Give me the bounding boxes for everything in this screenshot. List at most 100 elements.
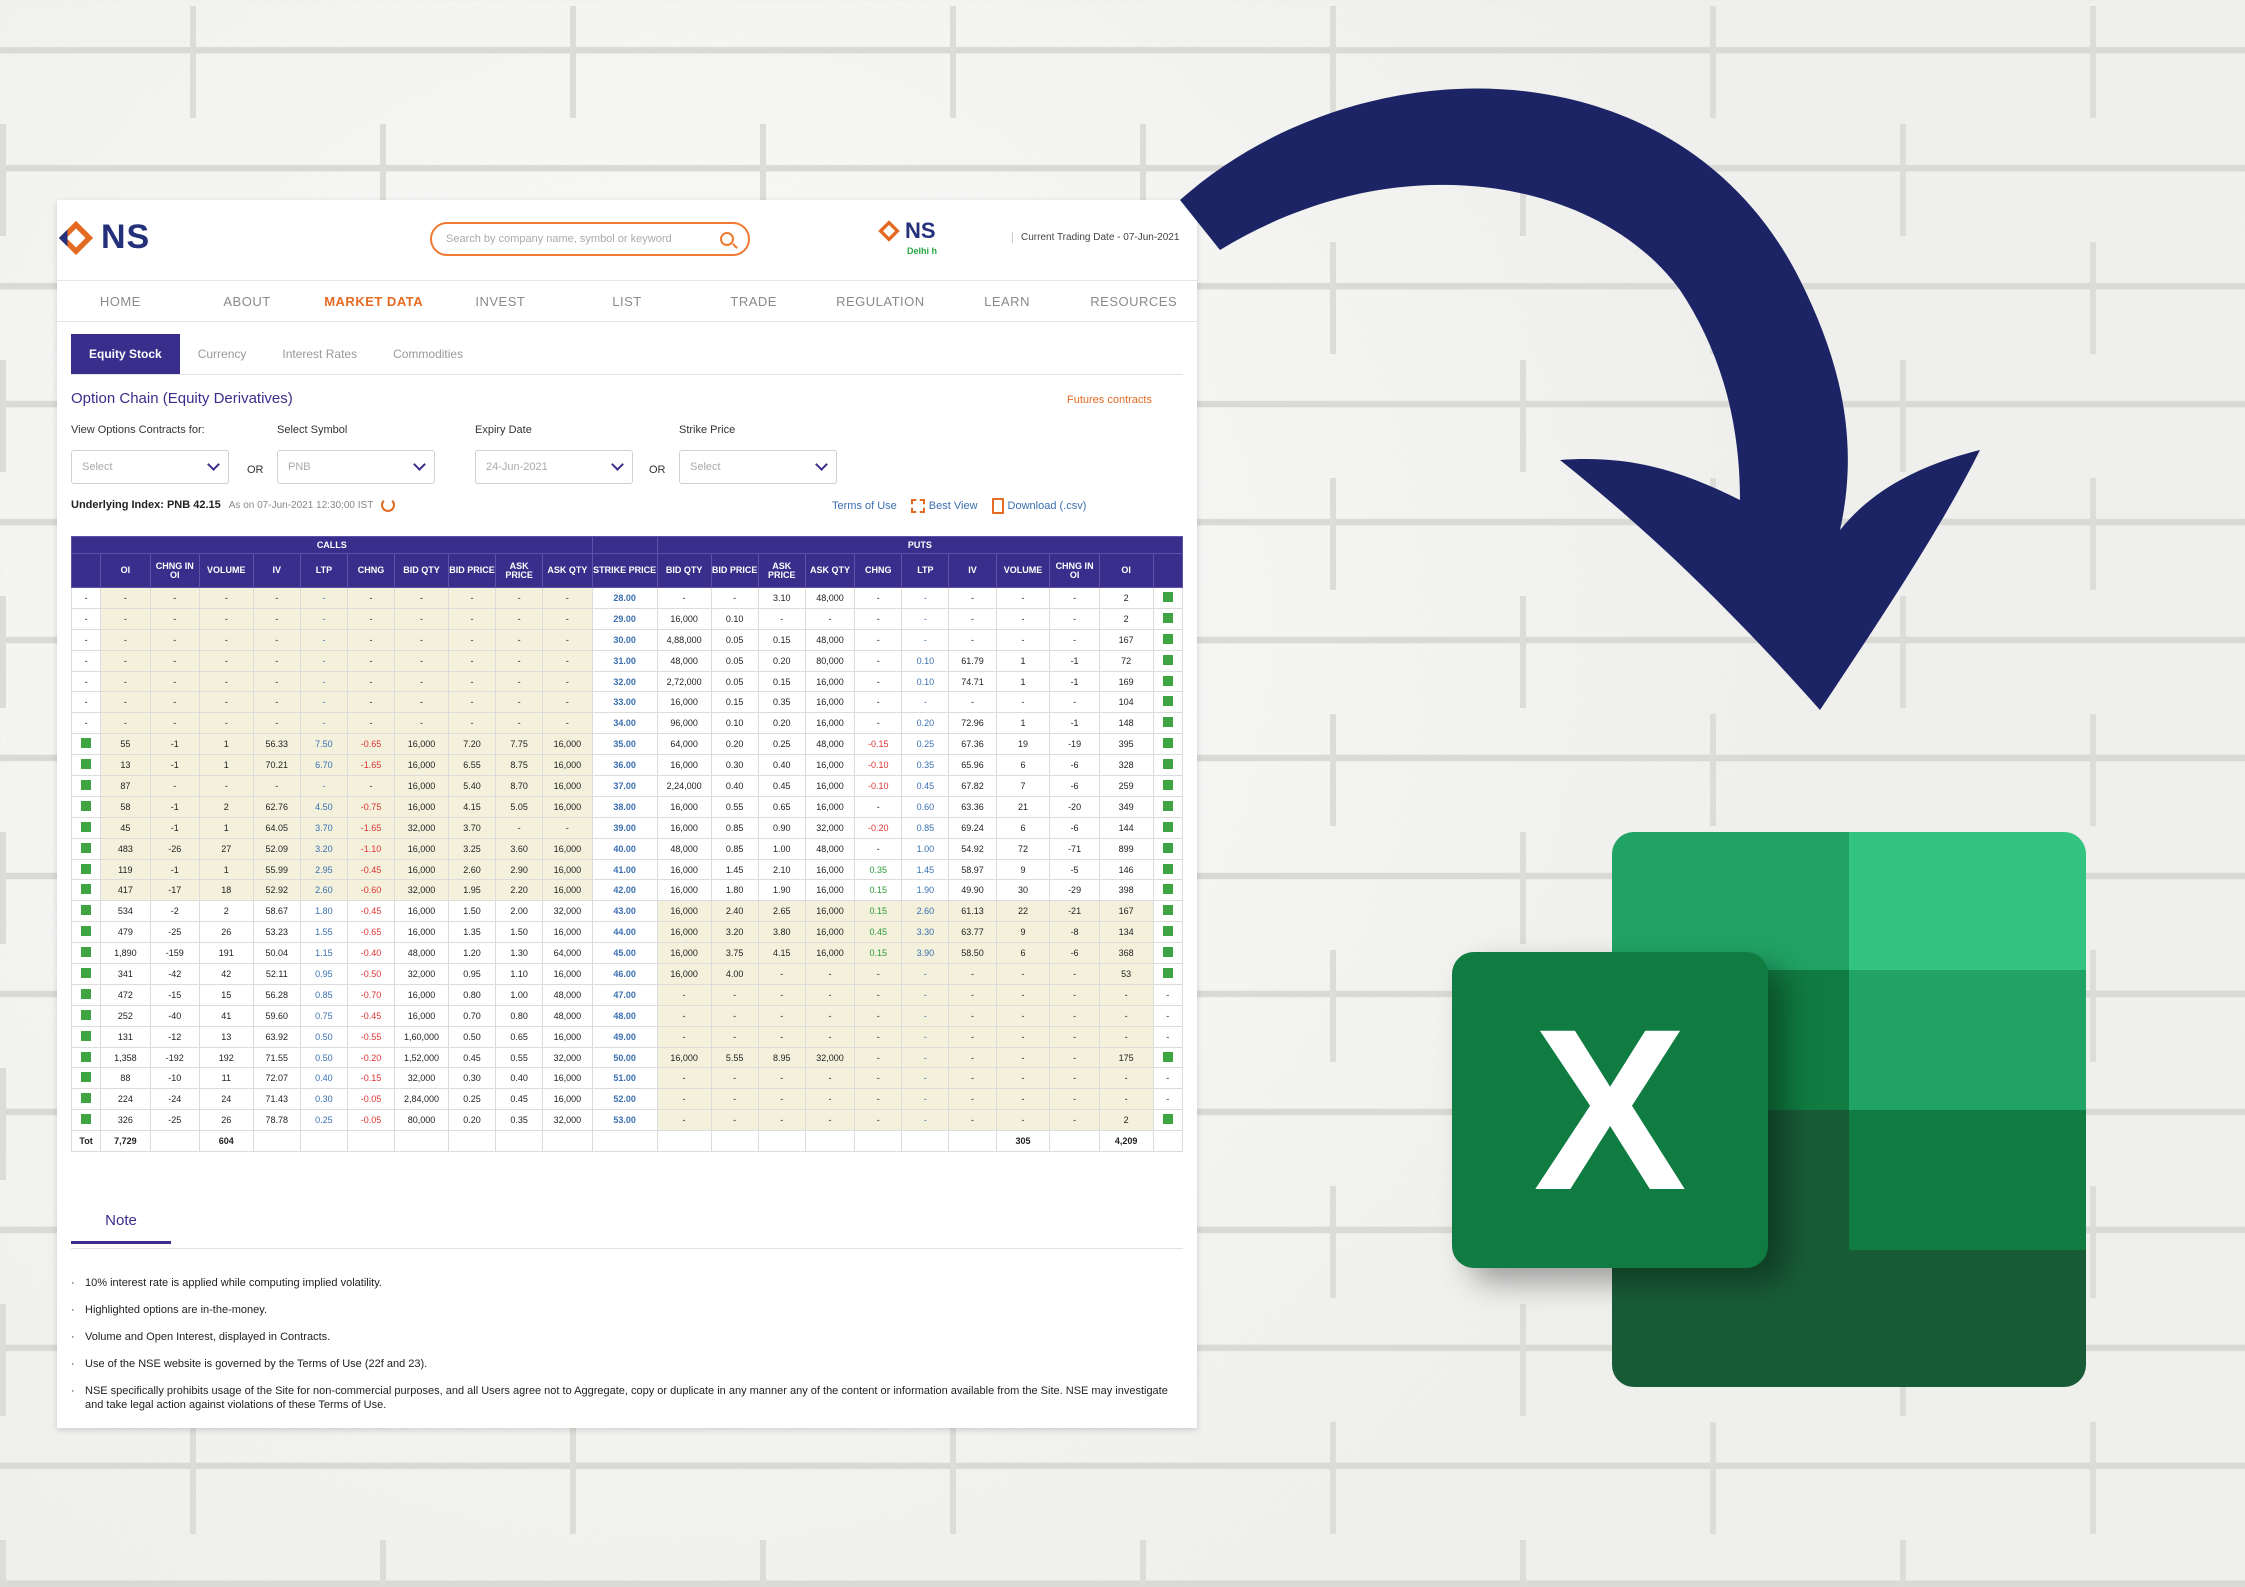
nav-item-regulation[interactable]: REGULATION [817,294,944,309]
table-toolbar: Terms of Use Best View Download (.csv) [832,498,1086,514]
chart-checkbox[interactable] [1152,775,1184,797]
table-cell: 0.10 [710,607,759,630]
chart-checkbox[interactable] [70,1004,102,1027]
chart-checkbox[interactable] [1152,754,1184,777]
brick-joint [1710,1422,1716,1534]
brick-joint [2090,950,2096,1062]
symbol-select[interactable]: PNB [277,450,435,484]
nav-item-market-data[interactable]: MARKET DATA [310,294,437,309]
chart-checkbox[interactable] [1152,712,1184,735]
table-cell: 16,000 [542,879,593,902]
nav-item-trade[interactable]: TRADE [690,294,817,309]
chart-checkbox[interactable] [1152,670,1184,693]
tab-equity-stock[interactable]: Equity Stock [71,334,180,374]
chart-checkbox[interactable] [1152,900,1184,923]
table-cell: 31.00 [591,649,658,672]
table-cell: 74.71 [948,670,997,693]
chart-checkbox[interactable] [70,816,102,839]
table-cell: - [299,649,348,672]
chart-checkbox[interactable] [70,733,102,756]
chart-checkbox[interactable] [1152,879,1184,902]
calls-header: CALLS [71,536,593,554]
table-cell: - [1049,1088,1100,1111]
chart-checkbox[interactable] [70,754,102,777]
table-cell: 167 [1098,628,1154,651]
chart-checkbox[interactable] [70,983,102,1006]
chart-checkbox[interactable] [70,1109,102,1132]
chart-checkbox[interactable] [70,1088,102,1111]
download-csv-button[interactable]: Download (.csv) [991,498,1086,514]
tab-commodities[interactable]: Commodities [375,334,481,374]
contracts-select[interactable]: Select [71,450,229,484]
strike-select[interactable]: Select [679,450,837,484]
tab-interest-rates[interactable]: Interest Rates [264,334,375,374]
chart-checkbox[interactable] [70,1046,102,1069]
table-cell: - [100,691,151,714]
terms-link[interactable]: Terms of Use [832,500,897,512]
chart-checkbox[interactable] [1152,795,1184,818]
chart-checkbox[interactable] [1152,628,1184,651]
table-cell: 27 [198,837,254,860]
nav-item-invest[interactable]: INVEST [437,294,564,309]
table-cell: - [854,649,903,672]
chart-checkbox[interactable] [1152,921,1184,944]
chart-checkbox[interactable] [1152,858,1184,881]
chart-checkbox[interactable] [70,775,102,797]
table-cell: 49.00 [591,1025,658,1048]
table-cell: - [346,649,396,672]
chart-checkbox[interactable] [1152,816,1184,839]
total-cell [757,1130,806,1153]
chart-checkbox[interactable] [70,879,102,902]
nav-item-list[interactable]: LIST [564,294,691,309]
search-icon[interactable] [720,232,734,246]
best-view-button[interactable]: Best View [910,499,978,513]
chart-checkbox[interactable] [1152,837,1184,860]
chart-checkbox[interactable] [1152,587,1184,609]
brick-joint [570,1422,576,1534]
table-cell: - [656,983,712,1006]
futures-contracts-link[interactable]: Futures contracts [1067,394,1152,406]
table-cell: 16,000 [542,921,593,944]
table-cell: 395 [1098,733,1154,756]
table-cell: 1.45 [710,858,759,881]
tab-note[interactable]: Note [71,1212,171,1244]
chart-checkbox[interactable] [1152,649,1184,672]
chart-checkbox[interactable] [70,858,102,881]
chart-checkbox[interactable] [1152,1109,1184,1132]
tab-currency[interactable]: Currency [180,334,265,374]
nav-item-learn[interactable]: LEARN [944,294,1071,309]
table-cell: - [252,775,301,797]
chart-checkbox[interactable] [70,921,102,944]
expiry-select[interactable]: 24-Jun-2021 [475,450,633,484]
chart-checkbox[interactable] [1152,963,1184,985]
search-input[interactable]: Search by company name, symbol or keywor… [430,222,750,256]
chart-checkbox[interactable] [1152,607,1184,630]
chart-checkbox[interactable] [70,963,102,985]
table-cell: 67.36 [948,733,997,756]
column-header: CHNG [346,553,396,588]
chart-checkbox[interactable] [70,900,102,923]
table-cell: - [1049,587,1100,609]
table-cell: 2.00 [495,900,544,923]
nav-item-resources[interactable]: RESOURCES [1070,294,1197,309]
chart-checkbox[interactable] [70,795,102,818]
table-cell: 71.55 [252,1046,301,1069]
chart-checkbox[interactable] [1152,1046,1184,1069]
nav-item-about[interactable]: ABOUT [184,294,311,309]
refresh-icon[interactable] [381,498,396,512]
table-cell: 0.80 [495,1004,544,1027]
table-cell: - [70,712,102,735]
curved-arrow-icon [1180,88,1980,710]
chart-checkbox[interactable] [70,837,102,860]
table-cell: 78.78 [252,1109,301,1132]
chart-checkbox[interactable] [1152,942,1184,965]
nav-item-home[interactable]: HOME [57,294,184,309]
chart-checkbox[interactable] [70,1025,102,1048]
strike-group-header [591,536,658,554]
table-cell: - [252,670,301,693]
chart-checkbox[interactable] [1152,691,1184,714]
nse-logo[interactable]: NS [57,218,150,257]
chart-checkbox[interactable] [70,942,102,965]
chart-checkbox[interactable] [1152,733,1184,756]
chart-checkbox[interactable] [70,1067,102,1090]
